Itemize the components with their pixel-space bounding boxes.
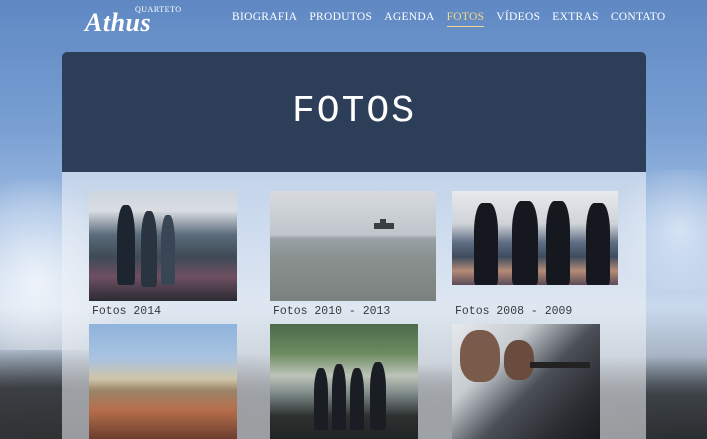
nav-fotos[interactable]: FOTOS xyxy=(446,11,485,27)
nav-produtos[interactable]: PRODUTOS xyxy=(309,11,372,27)
brand-logo[interactable]: QUARTETO Athus xyxy=(85,3,181,37)
album-card[interactable]: Fotos 2008 - 2009 xyxy=(452,191,618,321)
album-caption[interactable]: Fotos 2010 - 2013 xyxy=(273,305,390,318)
album-thumbnail[interactable] xyxy=(270,191,436,301)
album-thumbnail[interactable] xyxy=(452,191,618,285)
main-menu: BIOGRAFIA PRODUTOS AGENDA FOTOS VÍDEOS E… xyxy=(232,11,677,27)
album-card[interactable] xyxy=(270,324,418,439)
page-title: FOTOS xyxy=(291,90,417,133)
panel-header: FOTOS xyxy=(62,52,646,172)
album-thumbnail[interactable] xyxy=(89,191,237,301)
nav-videos[interactable]: VÍDEOS xyxy=(496,11,540,27)
album-card[interactable] xyxy=(89,324,237,439)
album-thumbnail[interactable] xyxy=(270,324,418,439)
nav-contato[interactable]: CONTATO xyxy=(611,11,666,27)
album-card[interactable]: Fotos 2010 - 2013 xyxy=(270,191,436,321)
nav-extras[interactable]: EXTRAS xyxy=(552,11,599,27)
nav-agenda[interactable]: AGENDA xyxy=(384,11,434,27)
album-caption[interactable]: Fotos 2014 xyxy=(92,305,161,318)
album-card[interactable]: Fotos 2014 xyxy=(89,191,237,321)
nav-biografia[interactable]: BIOGRAFIA xyxy=(232,11,297,27)
album-thumbnail[interactable] xyxy=(89,324,237,439)
album-thumbnail[interactable] xyxy=(452,324,600,439)
album-caption[interactable]: Fotos 2008 - 2009 xyxy=(455,305,572,318)
brand-name: Athus xyxy=(85,8,152,37)
top-navigation-bar: QUARTETO Athus BIOGRAFIA PRODUTOS AGENDA… xyxy=(0,0,707,40)
album-card[interactable] xyxy=(452,324,600,439)
